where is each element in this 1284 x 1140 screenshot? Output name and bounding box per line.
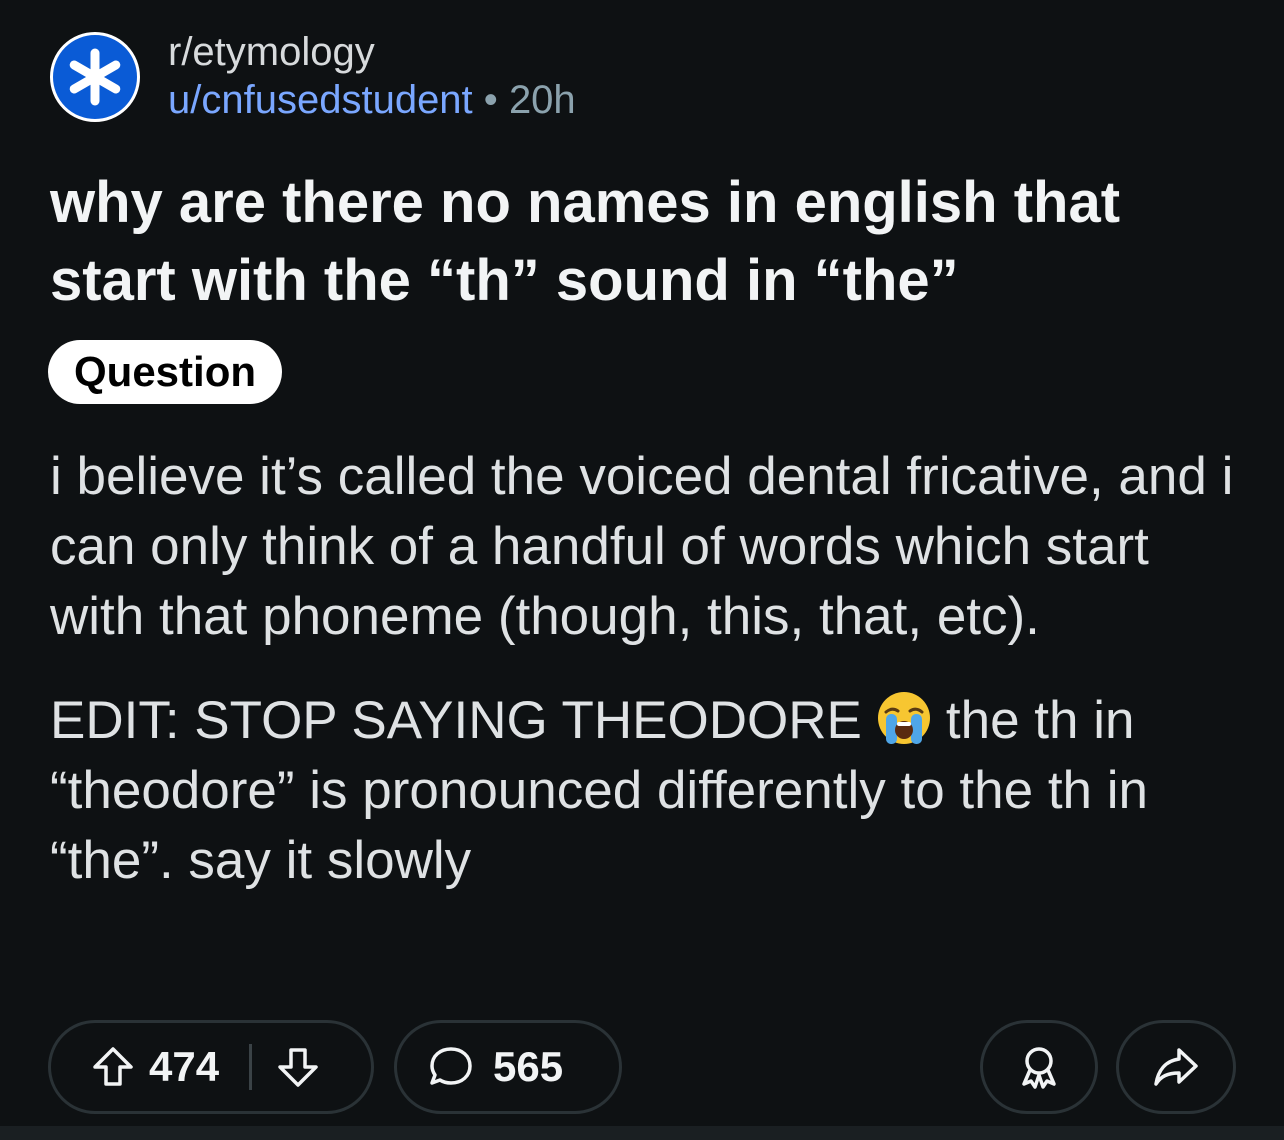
subreddit-avatar[interactable] [50,32,140,122]
post-body: i believe it’s called the voiced dental … [50,442,1250,896]
share-button[interactable] [1116,1020,1236,1114]
upvote-count: 474 [149,1043,220,1090]
comments-button[interactable]: 565 [394,1020,622,1114]
edit-prefix: EDIT: STOP SAYING THEODORE [50,691,862,750]
vote-divider [249,1044,253,1090]
flair-badge[interactable]: Question [48,340,283,404]
bottom-bar [0,1126,1284,1140]
meta-separator: • [483,78,498,122]
action-bar: 474 565 [48,1020,1236,1114]
post-header: r/etymology u/cnfusedstudent • 20h [50,28,1230,128]
post-meta: r/etymology u/cnfusedstudent • 20h [168,28,576,124]
speech-bubble-icon [430,1047,472,1085]
award-button[interactable] [980,1020,1098,1114]
award-icon [1022,1047,1056,1089]
arrow-up-icon[interactable] [89,1043,137,1091]
arrow-down-icon[interactable] [274,1043,322,1091]
username-link[interactable]: u/cnfusedstudent [168,78,473,122]
asterisk-icon [69,48,121,106]
post-time: 20h [508,78,576,122]
user-line: u/cnfusedstudent • 20h [168,76,576,124]
share-arrow-icon [1154,1048,1198,1086]
edit-paragraph: EDIT: STOP SAYING THEODORE the th in “th… [50,686,1250,896]
comment-count: 565 [493,1043,564,1090]
vote-pill: 474 [48,1020,374,1114]
subreddit-name[interactable]: r/etymology [168,28,576,76]
body-paragraph: i believe it’s called the voiced dental … [50,447,1234,646]
post-title[interactable]: why are there no names in english that s… [50,164,1240,320]
loudly-crying-face-emoji [877,692,930,744]
